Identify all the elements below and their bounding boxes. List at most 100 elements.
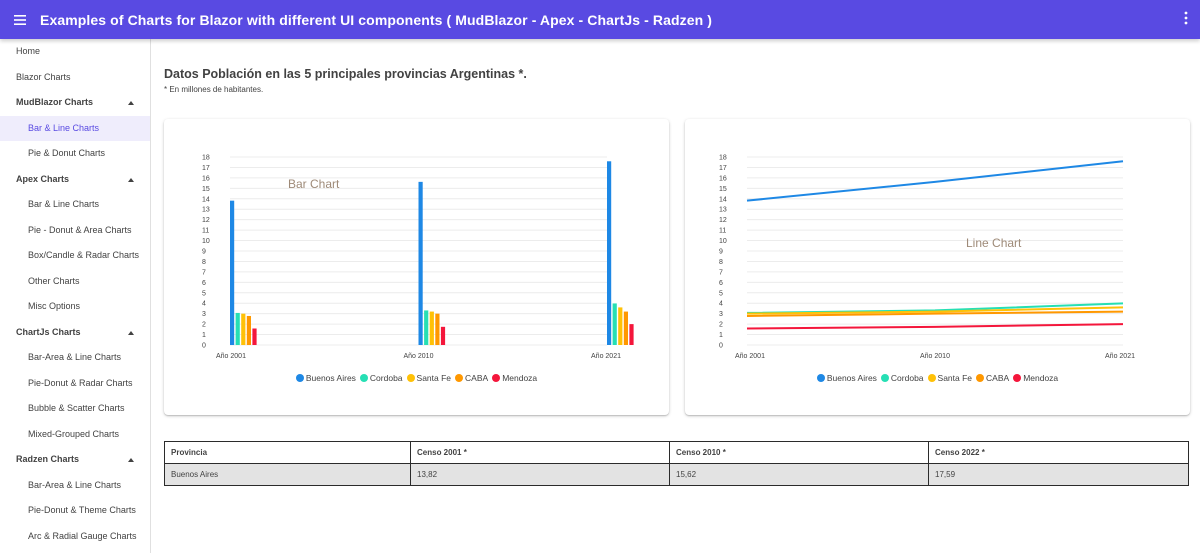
y-tick-label: 15 — [202, 186, 210, 193]
bar[interactable] — [607, 161, 612, 345]
nav-item-blazor-charts[interactable]: Blazor Charts — [0, 65, 150, 91]
y-tick-label: 6 — [202, 280, 206, 287]
hamburger-menu-icon[interactable] — [0, 14, 40, 25]
nav-item-mixed-grouped-charts[interactable]: Mixed-Grouped Charts — [0, 422, 150, 448]
y-tick-label: 18 — [719, 155, 727, 162]
legend-item[interactable]: Cordoba — [880, 373, 924, 383]
bar[interactable] — [246, 315, 251, 345]
nav-item-misc-options[interactable]: Misc Options — [0, 294, 150, 320]
nav-item-pie-donut-radar-charts[interactable]: Pie-Donut & Radar Charts — [0, 371, 150, 397]
bar[interactable] — [424, 310, 429, 345]
y-tick-label: 8 — [202, 259, 206, 266]
nav-item-bar-area-line-charts[interactable]: Bar-Area & Line Charts — [0, 345, 150, 371]
legend-dot-icon — [927, 374, 936, 382]
bar[interactable] — [230, 200, 235, 345]
app-bar: Examples of Charts for Blazor with diffe… — [0, 0, 1200, 39]
header-censo-2022: Censo 2022 * — [928, 441, 1189, 464]
nav-item-label: Other Charts — [28, 275, 80, 286]
bar[interactable] — [629, 324, 634, 345]
y-tick-label: 17 — [202, 165, 210, 172]
bar[interactable] — [241, 313, 246, 345]
nav-item-arc-radial-gauge-charts[interactable]: Arc & Radial Gauge Charts — [0, 524, 150, 550]
x-tick-label: Año 2021 — [1105, 353, 1135, 360]
bar-chart-legend: Buenos Aires Cordoba Santa Fe CABA Mendoza — [164, 373, 669, 383]
chevron-up-icon[interactable] — [128, 458, 134, 462]
nav-item-label: Box/Candle & Radar Charts — [28, 250, 140, 260]
chevron-up-icon[interactable] — [128, 177, 134, 182]
bar[interactable] — [612, 303, 617, 345]
y-tick-label: 7 — [719, 269, 723, 276]
page-note: * En millones de habitantes. — [164, 85, 264, 94]
bar[interactable] — [252, 328, 257, 345]
table-header-row: Provincia Censo 2001 * Censo 2010 * Cens… — [164, 441, 1189, 464]
nav-item-label: Pie - Donut & Area Charts — [28, 224, 132, 235]
legend-label: Santa Fe — [937, 373, 973, 383]
legend-item[interactable]: Santa Fe — [927, 373, 973, 383]
bar[interactable] — [418, 181, 423, 345]
header-provincia: Provincia — [164, 441, 411, 464]
legend-item[interactable]: Buenos Aires — [816, 373, 877, 383]
legend-item[interactable]: Mendoza — [492, 373, 537, 383]
y-tick-label: 14 — [719, 196, 727, 203]
bar-chart: 0123456789101112131415161718Año 2001 Año … — [202, 155, 634, 360]
population-table: Provincia Censo 2001 * Censo 2010 * Cens… — [164, 441, 1189, 486]
nav-group-radzen-charts[interactable]: Radzen Charts — [0, 447, 150, 473]
nav-item-pie-donut-charts[interactable]: Pie & Donut Charts — [0, 141, 150, 167]
nav-item-label: Apex Charts — [16, 173, 70, 184]
series-line[interactable] — [746, 323, 1124, 330]
y-tick-label: 10 — [202, 238, 210, 245]
bar[interactable] — [235, 312, 240, 345]
line-chart-legend: Buenos Aires Cordoba Santa Fe CABA Mendoza — [685, 373, 1190, 383]
legend-item[interactable]: CABA — [455, 373, 488, 383]
y-tick-label: 3 — [202, 311, 206, 318]
y-tick-label: 3 — [719, 311, 723, 318]
chevron-up-icon[interactable] — [128, 330, 134, 335]
nav-item-box-candle-radar-charts[interactable]: Box/Candle & Radar Charts — [0, 243, 150, 269]
bar[interactable] — [623, 311, 628, 345]
y-tick-label: 9 — [202, 249, 206, 256]
nav-item-home[interactable]: Home — [0, 39, 150, 65]
nav-item-label: Mixed-Grouped Charts — [28, 428, 120, 439]
y-tick-label: 15 — [719, 186, 727, 193]
nav-item-label: Radzen Charts — [16, 454, 80, 464]
chart-overlay-label: Line Chart — [966, 236, 1022, 250]
bar[interactable] — [440, 326, 446, 345]
bar[interactable] — [618, 307, 623, 345]
nav-group-mudblazor-charts[interactable]: MudBlazor Charts — [0, 90, 150, 116]
nav-item-label: Bar-Area & Line Charts — [28, 479, 122, 490]
more-vert-icon[interactable] — [1184, 11, 1188, 30]
line-chart-card: 0 1 2 3 4 5 6 7 8 9 10 11 12 13 14 15 16 17 18 Año 2001 Año … — [685, 119, 1190, 415]
bar[interactable] — [435, 313, 440, 345]
y-tick-label: 11 — [202, 228, 209, 235]
legend-item[interactable]: CABA — [976, 373, 1009, 383]
y-tick-label: 1 — [719, 332, 723, 339]
bar-chart-card: 0 1 2 3 4 5 6 7 8 9 10 11 12 13 14 15 16 17 18 Año 2001 Año … — [164, 119, 669, 415]
legend-item[interactable]: Buenos Aires — [295, 373, 356, 383]
y-tick-label: 1 — [202, 332, 206, 339]
legend-dot-icon — [359, 374, 368, 382]
nav-item-pie-donut-area-charts[interactable]: Pie - Donut & Area Charts — [0, 218, 150, 244]
sidebar-nav: Home Blazor Charts MudBlazor Charts Bar & L… — [0, 39, 151, 553]
chevron-up-icon[interactable] — [128, 101, 134, 105]
legend-dot-icon — [1013, 374, 1022, 382]
y-tick-label: 11 — [719, 228, 726, 235]
y-tick-label: 5 — [719, 290, 723, 297]
bar[interactable] — [429, 311, 434, 345]
nav-group-apex-charts[interactable]: Apex Charts — [0, 167, 150, 193]
nav-item-bar-line-charts[interactable]: Bar & Line Charts — [0, 192, 150, 218]
nav-item-label: Bar & Line Charts — [28, 122, 100, 133]
legend-label: Mendoza — [502, 373, 538, 383]
nav-item-other-charts[interactable]: Other Charts — [0, 269, 150, 295]
nav-item-bar-area-line-charts[interactable]: Bar-Area & Line Charts — [0, 473, 150, 499]
nav-item-pie-donut-theme-charts[interactable]: Pie-Donut & Theme Charts — [0, 498, 150, 524]
legend-item[interactable]: Mendoza — [1013, 373, 1058, 383]
y-tick-label: 8 — [719, 259, 723, 266]
legend-item[interactable]: Santa Fe — [406, 373, 451, 383]
legend-item[interactable]: Cordoba — [359, 373, 403, 383]
legend-dot-icon — [406, 374, 415, 382]
y-tick-label: 13 — [719, 207, 727, 214]
nav-item-bar-line-charts[interactable]: Bar & Line Charts — [0, 115, 150, 141]
nav-item-bubble-scatter-charts[interactable]: Bubble & Scatter Charts — [0, 396, 150, 422]
nav-group-chartjs-charts[interactable]: ChartJs Charts — [0, 320, 150, 346]
x-tick-label: Año 2021 — [591, 353, 621, 360]
